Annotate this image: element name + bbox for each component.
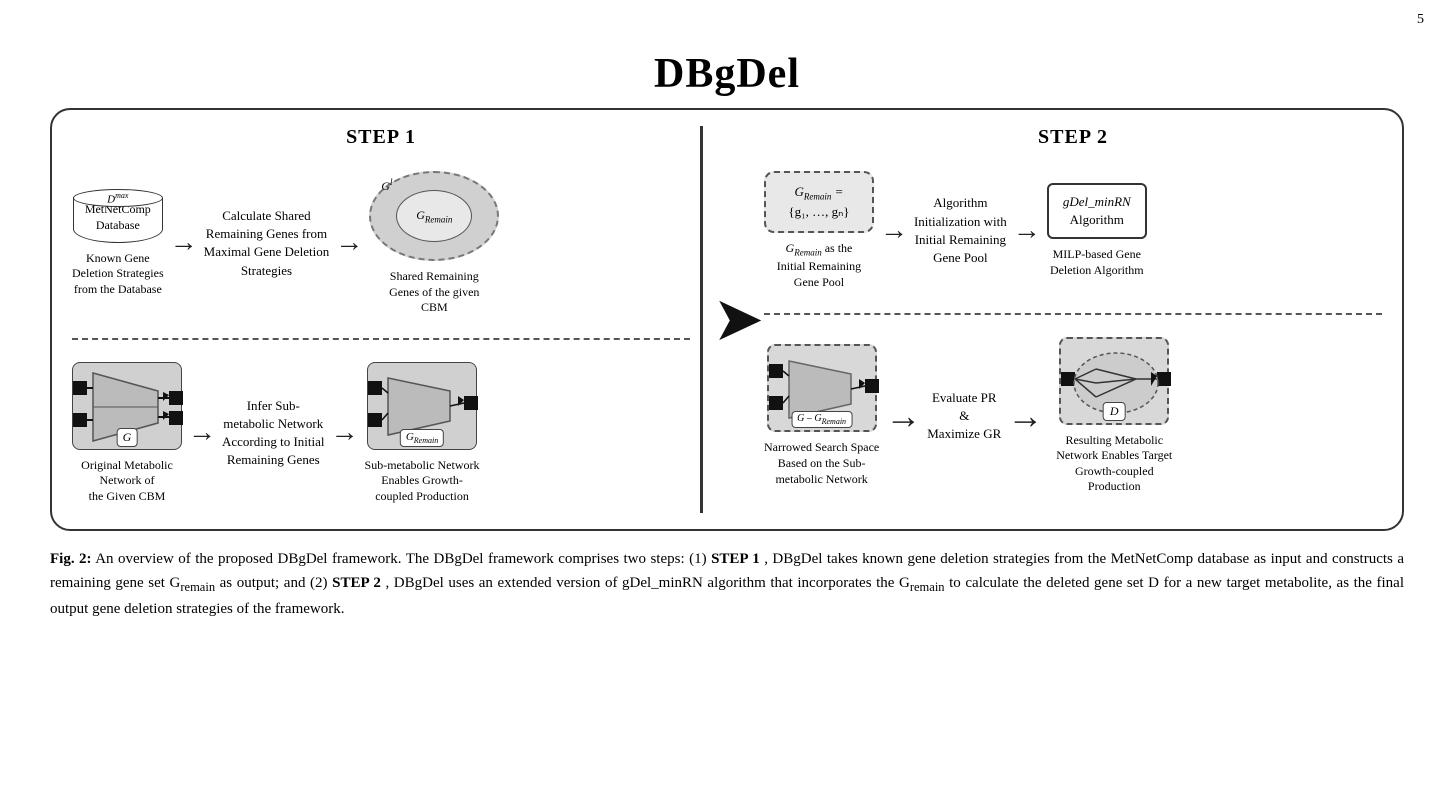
subnetwork-box: GRemain bbox=[367, 362, 477, 450]
step1-label: STEP 1 bbox=[72, 126, 690, 149]
diagram-container: STEP 1 Dmax MetNetCompDatabase Known Gen… bbox=[50, 108, 1404, 531]
original-network: G Original MetabolicNetwork ofthe Given … bbox=[72, 362, 182, 505]
page-number: 5 bbox=[1417, 12, 1424, 28]
caption: Fig. 2: An overview of the proposed DBgD… bbox=[40, 547, 1414, 621]
step1-bottom-row: G Original MetabolicNetwork ofthe Given … bbox=[72, 354, 690, 513]
db-dmax-label: Dmax bbox=[107, 191, 128, 206]
caption-step2: STEP 2 bbox=[332, 575, 381, 591]
milp-caption: MILP-based GeneDeletion Algorithm bbox=[1050, 247, 1144, 278]
caption-step1: STEP 1 bbox=[711, 551, 760, 567]
formula-line2: {g₁, …, gₙ} bbox=[776, 203, 862, 221]
caption-text1: An overview of the proposed DBgDel frame… bbox=[95, 551, 711, 567]
arrow-eval-to-result: → bbox=[1007, 395, 1043, 437]
subnetwork-container: GRemain Sub-metabolic NetworkEnables Gro… bbox=[365, 362, 480, 505]
step1-top-row: Dmax MetNetCompDatabase Known GeneDeleti… bbox=[72, 163, 690, 324]
step2-top-text: AlgorithmInitialization withInitial Rema… bbox=[914, 194, 1007, 267]
arrow-text-to-oval: → bbox=[335, 227, 363, 259]
narrowed-caption: Narrowed Search SpaceBased on the Sub-me… bbox=[764, 440, 879, 487]
step1-top-text: Calculate SharedRemaining Genes fromMaxi… bbox=[204, 207, 330, 280]
subnetwork-caption: Sub-metabolic NetworkEnables Growth-coup… bbox=[365, 458, 480, 505]
oval-outer: Gl GRemain bbox=[369, 171, 499, 261]
gdel-container: gDel_minRN Algorithm MILP-based GeneDele… bbox=[1047, 183, 1147, 279]
step2-section: STEP 2 GRemain = {g₁, …, gₙ} GRemain as … bbox=[764, 126, 1382, 513]
result-caption: Resulting MetabolicNetwork Enables Targe… bbox=[1049, 433, 1179, 495]
db-cylinder: Dmax MetNetCompDatabase bbox=[73, 189, 163, 242]
arrow-g-to-text: → bbox=[188, 417, 216, 449]
arrow-db-to-text: → bbox=[170, 227, 198, 259]
step-divider bbox=[700, 126, 703, 513]
arrow-narrowed-to-eval: → bbox=[885, 395, 921, 437]
gremain-label: GRemain bbox=[416, 208, 452, 224]
step2-label: STEP 2 bbox=[764, 126, 1382, 149]
arrow-text-to-subnetwork: → bbox=[331, 417, 359, 449]
step2-bottom-row: G – GRemain Narrowed Search SpaceBased o… bbox=[764, 329, 1382, 503]
step1-section: STEP 1 Dmax MetNetCompDatabase Known Gen… bbox=[72, 126, 690, 513]
oval-inner: GRemain bbox=[396, 190, 472, 242]
narrowed-network-box: G – GRemain bbox=[767, 344, 877, 432]
g-gremain-label-box: G – GRemain bbox=[791, 411, 852, 428]
gremain-pool-caption: GRemain as theInitial RemainingGene Pool bbox=[777, 241, 861, 290]
gremain-label-box: GRemain bbox=[400, 429, 444, 447]
gdel-label: gDel_minRN bbox=[1063, 194, 1131, 209]
step2-h-divider bbox=[764, 313, 1382, 315]
g-label-box: G bbox=[117, 428, 138, 447]
formula-line1: GRemain = bbox=[776, 183, 862, 203]
main-title: DBgDel bbox=[40, 50, 1414, 98]
step2-top-row: GRemain = {g₁, …, gₙ} GRemain as theInit… bbox=[764, 163, 1382, 299]
step1-h-divider bbox=[72, 338, 690, 340]
d-label-box: D bbox=[1103, 402, 1126, 421]
fig-label: Fig. 2: bbox=[50, 551, 92, 567]
oval-container: Gl GRemain Shared RemainingGenes of the … bbox=[369, 171, 499, 316]
gdel-box: gDel_minRN Algorithm bbox=[1047, 183, 1147, 239]
original-network-caption: Original MetabolicNetwork ofthe Given CB… bbox=[81, 458, 173, 505]
step2-bottom-text: Evaluate PR&Maximize GR bbox=[927, 389, 1001, 444]
arrow-algo-to-box: → bbox=[1013, 215, 1041, 247]
result-network-container: D Resulting MetabolicNetwork Enables Tar… bbox=[1049, 337, 1179, 495]
step1-bottom-text: Infer Sub-metabolic NetworkAccording to … bbox=[222, 397, 325, 470]
oval-caption: Shared RemainingGenes of the givenCBM bbox=[389, 269, 479, 316]
db-shape: Dmax MetNetCompDatabase Known GeneDeleti… bbox=[72, 189, 164, 297]
db-name-label: MetNetCompDatabase bbox=[85, 202, 151, 233]
gdel-algo-label: Algorithm bbox=[1070, 212, 1124, 227]
gl-label: Gl bbox=[381, 177, 392, 194]
gremain-formula-box: GRemain = {g₁, …, gₙ} bbox=[764, 171, 874, 233]
gremain-formula-container: GRemain = {g₁, …, gₙ} GRemain as theInit… bbox=[764, 171, 874, 291]
center-arrow: ➤ bbox=[715, 126, 762, 513]
narrowed-network-container: G – GRemain Narrowed Search SpaceBased o… bbox=[764, 344, 879, 487]
arrow-formula-to-algo: → bbox=[880, 215, 908, 247]
result-network-box: D bbox=[1059, 337, 1169, 425]
db-caption: Known GeneDeletion Strategiesfrom the Da… bbox=[72, 251, 164, 298]
network-g-box: G bbox=[72, 362, 182, 450]
